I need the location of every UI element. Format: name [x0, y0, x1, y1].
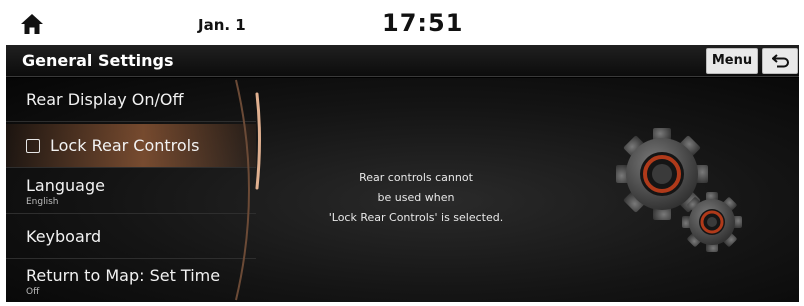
gears-icon	[616, 128, 742, 252]
list-item-label: Rear Display On/Off	[26, 90, 184, 109]
list-item-label: Keyboard	[26, 227, 102, 246]
status-bar: Jan. 1 17:51	[6, 5, 799, 45]
home-icon[interactable]	[20, 13, 44, 35]
list-item-label: Language	[26, 176, 105, 195]
scroll-arc-indicator[interactable]	[232, 78, 264, 302]
list-item-lock-rear-controls[interactable]: Lock Rear Controls	[6, 124, 256, 168]
message-line: 'Lock Rear Controls' is selected.	[328, 211, 504, 224]
menu-button[interactable]: Menu	[706, 48, 758, 74]
list-item-label: Lock Rear Controls	[50, 136, 200, 155]
list-item-language[interactable]: Language English	[6, 170, 256, 214]
list-item-value: English	[26, 197, 59, 207]
list-item-keyboard[interactable]: Keyboard	[6, 215, 256, 259]
page-title: General Settings	[22, 51, 174, 70]
date-label: Jan. 1	[198, 16, 246, 34]
content-area: Rear Display On/Off Lock Rear Controls L…	[6, 78, 799, 302]
lock-message: Rear controls cannot be used when 'Lock …	[296, 168, 536, 228]
message-line: be used when	[377, 191, 455, 204]
title-bar: General Settings Menu	[6, 45, 799, 77]
lock-rear-controls-checkbox[interactable]	[26, 139, 40, 153]
clock-label: 17:51	[382, 9, 464, 37]
list-item-return-to-map[interactable]: Return to Map: Set Time Off	[6, 260, 256, 302]
back-button[interactable]	[762, 48, 798, 74]
settings-list: Rear Display On/Off Lock Rear Controls L…	[6, 78, 264, 302]
message-line: Rear controls cannot	[359, 171, 473, 184]
list-item-value: Off	[26, 287, 40, 297]
list-item-label: Return to Map: Set Time	[26, 266, 221, 285]
screen-frame: Jan. 1 17:51 General Settings Menu Rear …	[6, 5, 799, 302]
list-item-rear-display[interactable]: Rear Display On/Off	[6, 78, 256, 122]
